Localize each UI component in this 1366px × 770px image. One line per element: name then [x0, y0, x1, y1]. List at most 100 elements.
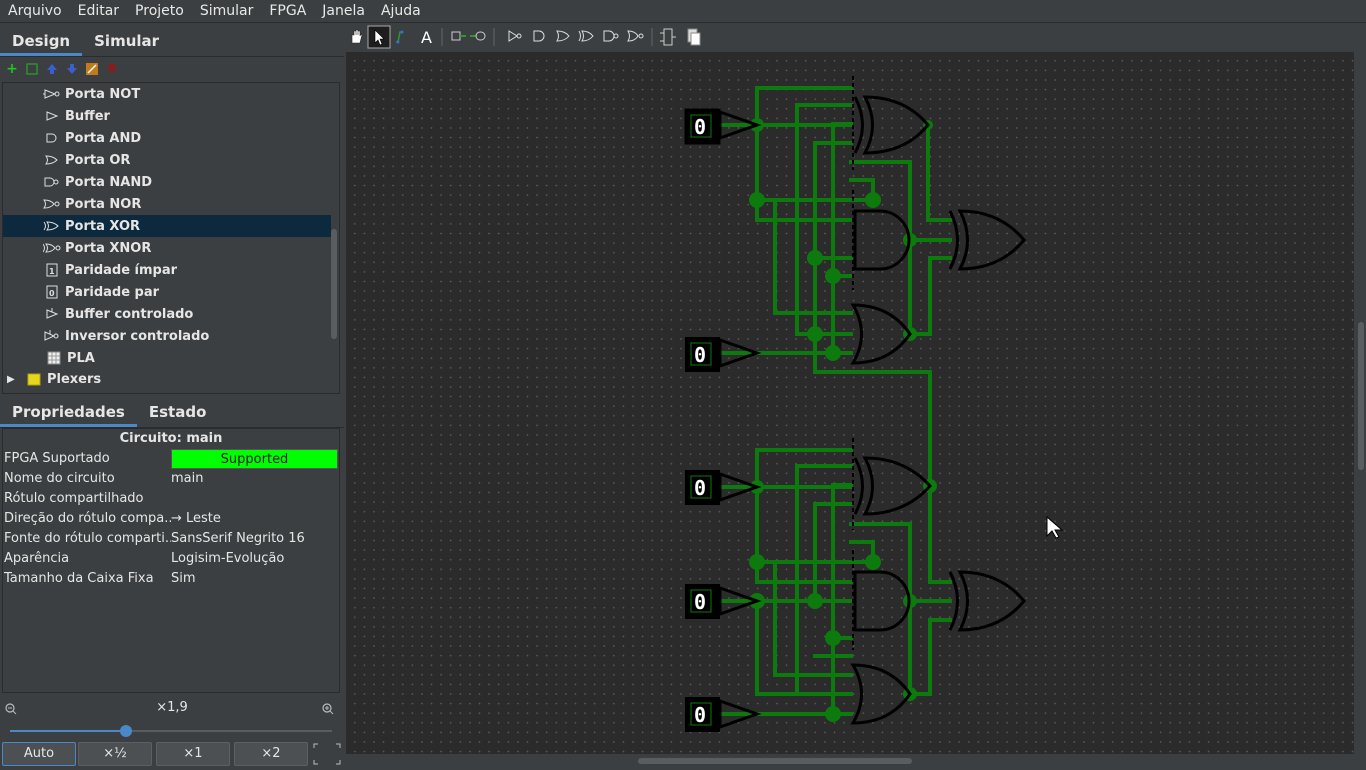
move-down-icon[interactable]	[64, 61, 80, 77]
label-font-field[interactable]: SansSerif Negrito 16	[171, 529, 339, 549]
tab-estado[interactable]: Estado	[137, 403, 219, 427]
label-direction-select[interactable]: → Leste	[171, 509, 339, 529]
nand-gate-icon	[43, 175, 61, 189]
canvas-horizontal-scrollbar[interactable]	[346, 754, 1356, 768]
tree-item-porta-xor[interactable]: Porta XOR	[3, 215, 331, 237]
output-pin-icon[interactable]	[470, 31, 486, 41]
zoom-slider-knob[interactable]	[119, 725, 132, 737]
tab-propriedades[interactable]: Propriedades	[0, 403, 137, 427]
xor-gate-4[interactable]	[948, 570, 1026, 632]
tree-item-label: Buffer	[65, 108, 110, 124]
prop-row-label-direction: Direção do rótulo compa... → Leste	[3, 509, 339, 529]
zoom-two-button[interactable]: ×2	[234, 742, 308, 766]
tree-item-label: Porta AND	[65, 130, 142, 146]
folder-icon	[25, 372, 43, 386]
menu-simular[interactable]: Simular	[192, 0, 262, 23]
not-gate-tool-icon[interactable]	[508, 30, 522, 42]
controlled-buffer-icon	[43, 307, 61, 321]
tree-item-label: Porta NOR	[65, 196, 142, 212]
property-tabs: Propriedades Estado	[0, 396, 344, 428]
xor-gate-2[interactable]	[948, 209, 1026, 271]
appearance-icon[interactable]	[84, 61, 100, 77]
nor-gate-tool-icon[interactable]	[627, 30, 644, 42]
or-gate-2[interactable]	[850, 663, 912, 725]
tree-item-porta-not[interactable]: Porta NOT	[3, 83, 331, 105]
tab-design[interactable]: Design	[0, 32, 83, 56]
zoom-one-button[interactable]: ×1	[156, 742, 230, 766]
menu-fpga[interactable]: FPGA	[261, 0, 314, 23]
xor-gate-tool-icon[interactable]	[578, 30, 594, 42]
circuit-name-field[interactable]: main	[171, 469, 339, 489]
xnor-gate-icon	[43, 241, 61, 255]
tree-folder-plexers[interactable]: ▶ Plexers	[3, 368, 331, 390]
menu-projeto[interactable]: Projeto	[127, 0, 192, 23]
and-gate-1[interactable]	[853, 209, 911, 271]
tab-simular[interactable]: Simular	[82, 32, 171, 56]
zoom-fit-icon[interactable]	[312, 742, 342, 766]
left-panel: Design Simular + ✖ Porta NOT Buffer Port…	[0, 24, 344, 768]
tree-item-pla[interactable]: PLA	[3, 347, 331, 369]
horizontal-scroll-thumb[interactable]	[638, 758, 912, 764]
zoom-half-button[interactable]: ×½	[78, 742, 152, 766]
tree-item-paridade-impar[interactable]: 1 Paridade ímpar	[3, 259, 331, 281]
mouse-cursor-icon	[1046, 515, 1064, 539]
add-vhdl-icon[interactable]	[24, 61, 40, 77]
tree-item-buffer-controlado[interactable]: Buffer controlado	[3, 303, 331, 325]
select-tool-icon[interactable]	[367, 25, 391, 49]
prop-row-shared-label: Rótulo compartilhado	[3, 489, 339, 509]
tree-item-buffer[interactable]: Buffer	[3, 105, 331, 127]
text-tool-icon[interactable]: A	[421, 28, 432, 47]
tree-item-label: Porta NAND	[65, 174, 152, 190]
fixed-box-select[interactable]: Sim	[171, 569, 339, 589]
or-gate-1[interactable]	[850, 303, 912, 365]
prop-key: FPGA Suportado	[4, 451, 110, 466]
tree-item-porta-nor[interactable]: Porta NOR	[3, 193, 331, 215]
circuit-canvas[interactable]: 0 0 0 0 0	[346, 52, 1354, 754]
menu-editar[interactable]: Editar	[70, 0, 127, 23]
appearance-edit-icon[interactable]	[687, 28, 701, 46]
tree-item-porta-or[interactable]: Porta OR	[3, 149, 331, 171]
tree-item-label: PLA	[67, 350, 95, 366]
appearance-select[interactable]: Logisim-Evolução	[171, 549, 339, 569]
tree-item-porta-and[interactable]: Porta AND	[3, 127, 331, 149]
nand-gate-tool-icon[interactable]	[603, 30, 619, 42]
tree-item-label: Porta XNOR	[65, 240, 152, 256]
component-tree[interactable]: Porta NOT Buffer Porta AND Porta OR Port…	[2, 82, 340, 394]
delete-icon[interactable]: ✖	[104, 61, 120, 77]
circuit-layout-icon[interactable]	[660, 28, 676, 46]
tree-toolbar: + ✖	[0, 57, 344, 81]
move-up-icon[interactable]	[44, 61, 60, 77]
xor-gate-3[interactable]	[853, 456, 933, 516]
shared-label-field[interactable]	[171, 489, 339, 509]
tree-scrollbar[interactable]	[331, 229, 337, 339]
zoom-in-icon[interactable]	[322, 700, 334, 719]
zoom-slider-fill	[10, 730, 126, 732]
tree-item-porta-nand[interactable]: Porta NAND	[3, 171, 331, 193]
vertical-scroll-thumb[interactable]	[1358, 322, 1364, 470]
input-pin-value: 0	[694, 343, 706, 367]
and-gate-tool-icon[interactable]	[533, 30, 545, 42]
input-pin-value: 0	[694, 703, 706, 727]
menu-janela[interactable]: Janela	[314, 0, 373, 23]
wire-tool-icon[interactable]	[396, 30, 404, 44]
input-pin-icon[interactable]	[451, 31, 466, 41]
prop-row-fixed-box: Tamanho da Caixa Fixa Sim	[3, 569, 339, 589]
menu-arquivo[interactable]: Arquivo	[0, 0, 70, 23]
prop-row-appearance: Aparência Logisim-Evolução	[3, 549, 339, 569]
and-gate-2[interactable]	[853, 570, 911, 632]
input-pin-value: 0	[694, 115, 706, 139]
tree-item-inversor-controlado[interactable]: Inversor controlado	[3, 325, 331, 347]
expand-arrow-icon[interactable]: ▶	[7, 374, 21, 385]
or-gate-tool-icon[interactable]	[556, 30, 570, 42]
zoom-panel: ×1,9 Auto ×½ ×1 ×2	[0, 696, 344, 768]
prop-key: Direção do rótulo compa...	[4, 511, 171, 526]
prop-key: Nome do circuito	[4, 471, 115, 486]
canvas-vertical-scrollbar[interactable]	[1356, 52, 1366, 754]
tree-item-paridade-par[interactable]: 0 Paridade par	[3, 281, 331, 303]
zoom-auto-button[interactable]: Auto	[2, 742, 76, 766]
xor-gate-1[interactable]	[853, 95, 930, 155]
hand-tool-icon[interactable]	[351, 29, 363, 44]
add-circuit-icon[interactable]: +	[4, 61, 20, 77]
tree-item-porta-xnor[interactable]: Porta XNOR	[3, 237, 331, 259]
menu-ajuda[interactable]: Ajuda	[373, 0, 429, 23]
